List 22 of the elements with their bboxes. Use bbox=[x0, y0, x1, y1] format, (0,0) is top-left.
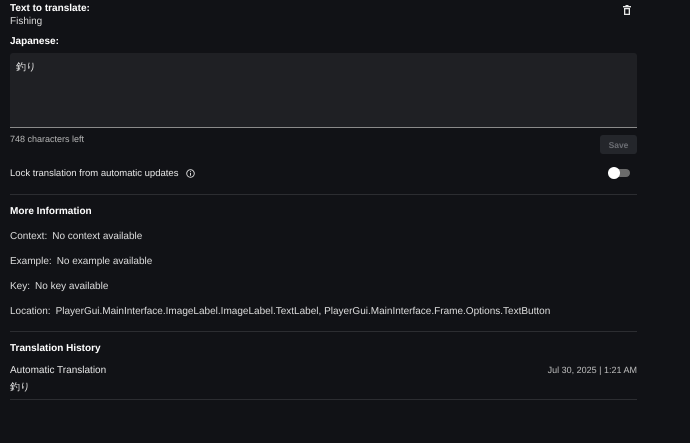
delete-icon[interactable] bbox=[623, 5, 631, 15]
lock-toggle[interactable] bbox=[610, 169, 630, 177]
translation-field[interactable]: 釣り bbox=[10, 53, 637, 128]
history-text: 釣り bbox=[10, 381, 31, 394]
history-date: Jul 30, 2025 | 1:21 AM bbox=[548, 365, 637, 376]
field-label: Japanese: bbox=[10, 36, 60, 47]
section-heading: Translation History bbox=[10, 343, 102, 354]
info-icon[interactable] bbox=[186, 168, 196, 178]
info-label: Example: bbox=[10, 256, 52, 267]
info-value: No context available bbox=[52, 231, 142, 242]
lock-label: Lock translation from automatic updates bbox=[10, 168, 178, 178]
info-value: No example available bbox=[56, 256, 152, 267]
field-label: Text to translate: bbox=[10, 3, 90, 14]
source-text: Fishing bbox=[10, 16, 44, 27]
section-heading: More Information bbox=[10, 206, 93, 217]
info-value: No key available bbox=[35, 281, 108, 292]
info-value: PlayerGui.MainInterface.ImageLabel.ImageLabel.TextLabel, PlayerGui.MainInterface.Frame.Options.TextButton bbox=[56, 306, 550, 317]
character-counter: 748 characters left bbox=[10, 134, 84, 144]
info-label: Key: bbox=[10, 281, 30, 292]
info-label: Location: bbox=[10, 306, 51, 317]
info-label: Context: bbox=[10, 231, 48, 242]
history-source: Automatic Translation bbox=[10, 365, 106, 376]
